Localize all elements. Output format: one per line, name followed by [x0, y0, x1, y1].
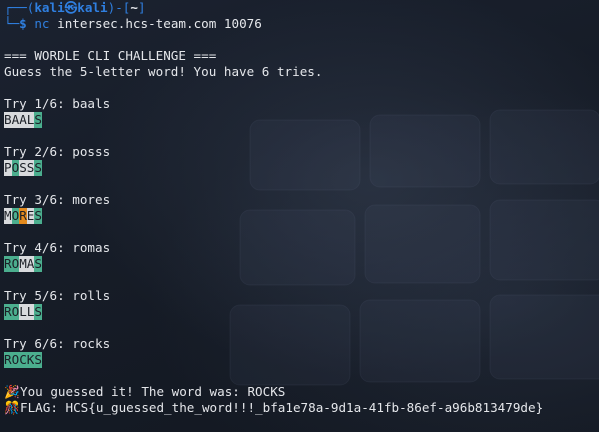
prompt-frame-top: ┌──( — [4, 0, 35, 15]
letter-tile-gray: B — [4, 112, 12, 128]
letter-tile-gray: M — [19, 256, 27, 272]
prompt-line-2: └─$ nc intersec.hcs-team.com 10076 — [4, 16, 599, 32]
letter-tile-green: R — [4, 304, 12, 320]
try-label: Try 2/6: posss — [4, 144, 111, 159]
try-result-row: ROCKS — [4, 352, 599, 368]
letter-tile-gray: S — [19, 160, 27, 176]
terminal-output: ┌──(kali㉿kali)-[~] └─$ nc intersec.hcs-t… — [4, 0, 599, 416]
prompt-directory: ~ — [130, 0, 138, 15]
letter-tile-green: R — [4, 256, 12, 272]
letter-tile-green: O — [11, 352, 20, 368]
letter-tile-green: S — [34, 208, 42, 224]
letter-tile-gray: S — [26, 160, 35, 176]
challenge-subtitle: Guess the 5-letter word! You have 6 trie… — [4, 64, 323, 79]
prompt-line-1: ┌──(kali㉿kali)-[~] — [4, 0, 146, 15]
letter-tile-gray: E — [26, 208, 35, 224]
prompt-user-host: kali㉿kali — [34, 0, 108, 15]
letter-tile-green: O — [11, 304, 20, 320]
tries-list: Try 1/6: baals B A A L S Try 2/6: posss P O S S S Tr… — [4, 80, 599, 368]
letter-tile-orange: R — [19, 208, 27, 224]
letter-tile-green: S — [34, 304, 42, 320]
letter-tile-green: C — [19, 352, 27, 368]
letter-tile-green: R — [4, 352, 12, 368]
command-name: nc — [34, 16, 50, 31]
letter-tile-green: O — [11, 208, 20, 224]
success-line: 🎉You guessed it! The word was: ROCKS — [4, 384, 599, 400]
letter-tile-gray: A — [26, 256, 35, 272]
try-result-row: ROLLS — [4, 304, 599, 320]
letter-tile-gray: A — [11, 112, 20, 128]
party-popper-icon: 🎉 — [4, 384, 20, 399]
try-label: Try 1/6: baals — [4, 96, 111, 111]
challenge-title: === WORDLE CLI CHALLENGE === — [4, 48, 217, 63]
try-result-row: MORES — [4, 208, 599, 224]
letter-tile-gray: A — [19, 112, 27, 128]
letter-tile-gray: L — [26, 304, 35, 320]
try-result-row: POSSS — [4, 160, 599, 176]
letter-tile-green: K — [26, 352, 35, 368]
try-label: Try 5/6: rolls — [4, 288, 111, 303]
flag-text: FLAG: HCS{u_guessed_the_word!!!_bfa1e78a… — [20, 400, 544, 415]
terminal-window[interactable]: ┌──(kali㉿kali)-[~] └─$ nc intersec.hcs-t… — [0, 0, 599, 432]
flag-line: 🎊FLAG: HCS{u_guessed_the_word!!!_bfa1e78… — [4, 400, 599, 416]
try-result-row: BAALS — [4, 112, 599, 128]
prompt-frame-bottom: └─ — [4, 16, 20, 31]
trophy-icon: 🎊 — [4, 400, 20, 415]
success-text: You guessed it! The word was: ROCKS — [20, 384, 286, 399]
prompt-symbol: $ — [19, 16, 35, 31]
command-args: intersec.hcs-team.com 10076 — [57, 16, 262, 31]
letter-tile-green: S — [34, 352, 42, 368]
letter-tile-green: O — [11, 256, 20, 272]
letter-tile-gray: M — [4, 208, 12, 224]
try-label: Try 3/6: mores — [4, 192, 111, 207]
letter-tile-gray: L — [26, 112, 35, 128]
letter-tile-green: S — [34, 112, 42, 128]
letter-tile-green: S — [34, 256, 42, 272]
letter-tile-green: S — [34, 160, 42, 176]
try-label: Try 6/6: rocks — [4, 336, 111, 351]
try-label: Try 4/6: romas — [4, 240, 111, 255]
try-result-row: ROMAS — [4, 256, 599, 272]
letter-tile-gray: P — [4, 160, 12, 176]
letter-tile-gray: L — [19, 304, 27, 320]
letter-tile-green: O — [11, 160, 20, 176]
